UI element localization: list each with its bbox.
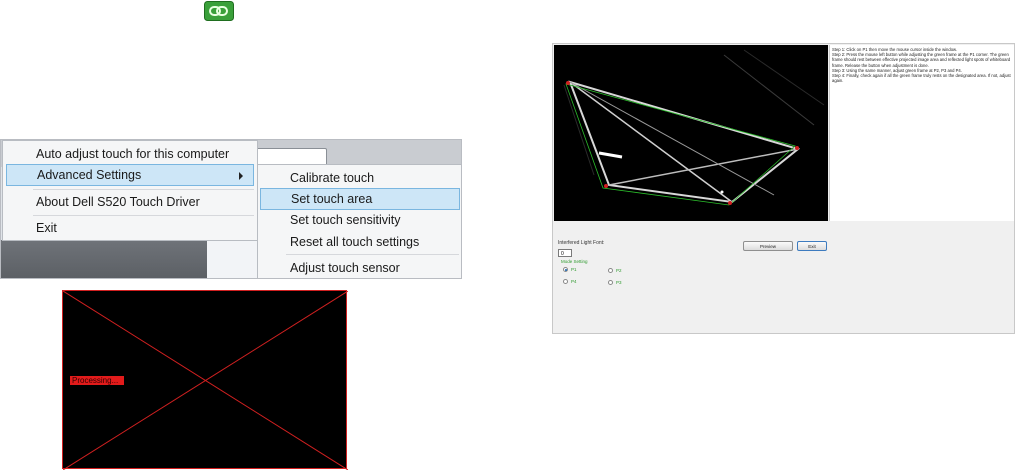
point-radio-p4[interactable]: P4 bbox=[563, 279, 577, 284]
submenu-reset-touch-settings[interactable]: Reset all touch settings bbox=[260, 231, 460, 253]
point-radio-p1[interactable]: P1 bbox=[563, 267, 577, 272]
radio-button[interactable] bbox=[563, 279, 568, 284]
submenu-calibrate-touch[interactable]: Calibrate touch bbox=[260, 167, 460, 189]
preview-button[interactable]: Preview bbox=[743, 241, 793, 251]
submenu-arrow-icon bbox=[239, 172, 243, 180]
tray-context-menu: Auto adjust touch for this computer Adva… bbox=[2, 140, 258, 241]
menu-item-auto-adjust[interactable]: Auto adjust touch for this computer bbox=[6, 143, 254, 165]
point-radio-p2[interactable]: P2 bbox=[608, 268, 622, 273]
processing-window: Processing... bbox=[62, 290, 348, 470]
menu-item-label: Advanced Settings bbox=[37, 168, 142, 182]
background-desktop bbox=[1, 240, 211, 278]
submenu-adjust-touch-sensor[interactable]: Adjust touch sensor bbox=[260, 257, 460, 278]
radio-button[interactable] bbox=[608, 268, 613, 273]
processing-label: Processing... bbox=[70, 376, 125, 385]
menu-separator bbox=[33, 215, 254, 216]
exit-button[interactable]: Exit bbox=[797, 241, 827, 251]
menu-separator bbox=[33, 189, 254, 190]
radio-button[interactable] bbox=[608, 280, 613, 285]
point-label: P1 bbox=[571, 267, 577, 272]
camera-image bbox=[563, 49, 825, 206]
point-label: P2 bbox=[616, 268, 622, 273]
context-menu-screenshot: Auto adjust touch for this computer Adva… bbox=[0, 139, 462, 279]
radio-button[interactable] bbox=[563, 267, 568, 272]
menu-item-exit[interactable]: Exit bbox=[6, 217, 254, 239]
point-label: P4 bbox=[571, 279, 577, 284]
menu-item-about[interactable]: About Dell S520 Touch Driver bbox=[6, 191, 254, 213]
mode-setting-label: Mode Setting bbox=[561, 259, 588, 264]
submenu-set-touch-area[interactable]: Set touch area bbox=[260, 188, 460, 210]
menu-separator bbox=[286, 254, 459, 255]
submenu-set-touch-sensitivity[interactable]: Set touch sensitivity bbox=[260, 209, 460, 231]
link-chain-icon[interactable] bbox=[204, 1, 234, 21]
camera-preview[interactable] bbox=[554, 45, 828, 221]
advanced-settings-submenu: Calibrate touch Set touch area Set touch… bbox=[257, 164, 461, 278]
instruction-step-4: Step 4: Finally, check again if all the … bbox=[832, 73, 1011, 84]
menu-item-advanced-settings[interactable]: Advanced Settings bbox=[6, 164, 254, 186]
interfered-light-input[interactable]: 0 bbox=[558, 249, 572, 257]
touch-area-window: Step 1: Click on P1 then move the mouse … bbox=[552, 43, 1015, 334]
instructions-panel: Step 1: Click on P1 then move the mouse … bbox=[829, 45, 1014, 221]
point-label: P3 bbox=[616, 280, 622, 285]
point-radio-p3[interactable]: P3 bbox=[608, 280, 622, 285]
instruction-step-2: Step 2: Press the mouse left button whil… bbox=[832, 52, 1011, 68]
interfered-light-label: Interfered Light Font: bbox=[558, 240, 605, 246]
